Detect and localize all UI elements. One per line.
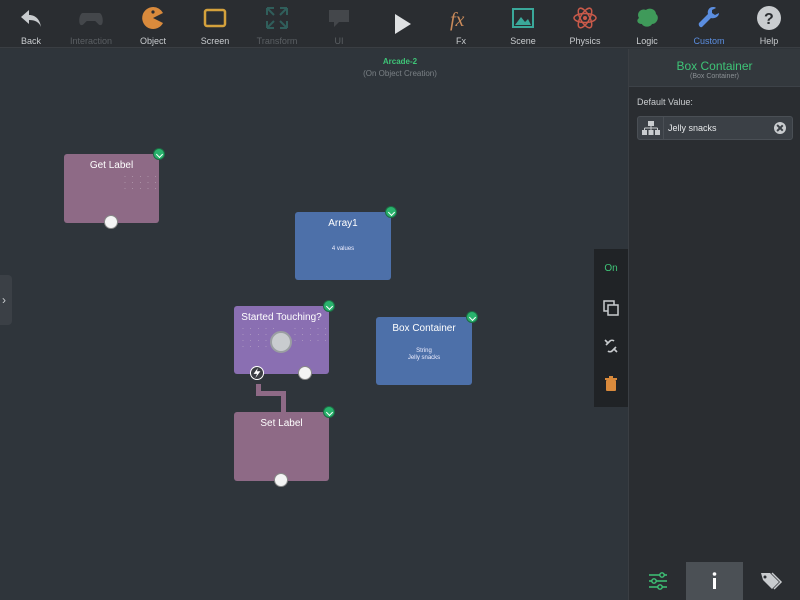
back-label: Back	[20, 36, 41, 46]
properties-panel: Box Container (Box Container) Default Va…	[628, 49, 800, 600]
download-badge-icon[interactable]	[323, 406, 335, 418]
transform-button[interactable]: Transform	[246, 0, 308, 48]
panel-subtitle: (Box Container)	[689, 73, 740, 80]
node-tools: On	[594, 249, 628, 407]
svg-text:fx: fx	[450, 9, 465, 31]
play-button[interactable]	[370, 0, 432, 48]
physics-label: Physics	[569, 36, 601, 46]
on-toggle[interactable]: On	[594, 263, 628, 274]
top-toolbar: Back Interaction Object Screen Transform…	[0, 0, 800, 48]
svg-text:?: ?	[764, 11, 774, 28]
canvas-title: Arcade-2	[382, 57, 418, 66]
help-icon: ?	[757, 6, 781, 30]
scene-label: Scene	[510, 36, 536, 46]
panel-tabs	[629, 562, 800, 600]
help-label: Help	[759, 36, 779, 46]
chevron-right-icon: ›	[2, 293, 6, 307]
node-body: 4 values	[331, 246, 355, 252]
node-box-container[interactable]: Box Container String Jelly snacks	[376, 311, 478, 385]
fx-icon: fx	[450, 9, 465, 31]
node-title: Box Container	[392, 323, 456, 334]
download-badge-icon[interactable]	[153, 148, 165, 160]
expand-arrows-icon	[266, 7, 288, 29]
node-array1[interactable]: Array1 4 values	[295, 206, 397, 280]
tags-icon	[761, 572, 783, 590]
custom-button[interactable]: Custom	[678, 0, 740, 48]
output-port[interactable]	[104, 215, 118, 229]
touch-button-icon[interactable]	[270, 331, 292, 353]
object-button[interactable]: Object	[122, 0, 184, 48]
default-value-label: Default Value:	[637, 97, 693, 107]
lightning-port-icon[interactable]	[250, 366, 264, 380]
node-title: Get Label	[89, 160, 134, 171]
default-value-field[interactable]	[637, 116, 793, 140]
node-dots: · · · · · · · · · · · · · · ·	[294, 326, 329, 344]
atom-icon	[573, 7, 597, 29]
fx-button[interactable]: fx Fx	[430, 0, 492, 48]
pacman-icon	[142, 6, 163, 29]
landscape-icon	[512, 8, 534, 28]
logic-button[interactable]: Logic	[616, 0, 678, 48]
back-arrow-icon	[21, 10, 41, 27]
duplicate-icon[interactable]	[602, 299, 620, 317]
info-icon	[712, 572, 717, 589]
node-set-label[interactable]: Set Label	[234, 406, 335, 487]
interaction-button[interactable]: Interaction	[60, 0, 122, 48]
wrench-icon	[698, 7, 719, 28]
trash-icon[interactable]	[602, 375, 620, 393]
node-title: Array1	[328, 218, 358, 229]
gamepad-icon	[79, 13, 103, 26]
logic-label: Logic	[636, 36, 658, 46]
object-label: Object	[139, 36, 166, 46]
canvas-subtitle: (On Object Creation)	[363, 69, 437, 78]
output-port[interactable]	[274, 473, 288, 487]
download-badge-icon[interactable]	[385, 206, 397, 218]
help-button[interactable]: ? Help	[738, 0, 800, 48]
screen-label: Screen	[200, 36, 230, 46]
scene-button[interactable]: Scene	[492, 0, 554, 48]
node-dots: · · · · · · · · · · · · · · ·	[124, 174, 159, 192]
panel-title: Box Container	[676, 59, 753, 73]
hierarchy-icon[interactable]	[638, 117, 664, 139]
expand-panel-handle[interactable]: ›	[0, 275, 12, 325]
screen-frame-icon	[203, 8, 227, 28]
tab-settings[interactable]	[629, 562, 686, 600]
custom-label: Custom	[693, 36, 725, 46]
physics-button[interactable]: Physics	[554, 0, 616, 48]
panel-header: Box Container (Box Container)	[629, 49, 800, 87]
node-title: Started Touching?	[241, 312, 322, 323]
sliders-icon	[649, 572, 667, 590]
download-badge-icon[interactable]	[466, 311, 478, 323]
tab-tags[interactable]	[743, 562, 800, 600]
connector-wire	[281, 391, 286, 413]
node-title: Set Label	[260, 418, 303, 429]
ui-label: UI	[334, 36, 344, 46]
play-icon	[395, 14, 411, 34]
unlink-icon[interactable]	[602, 337, 620, 355]
node-get-label[interactable]: Get Label · · · · · · · · · · · · · · ·	[64, 148, 165, 229]
brain-icon	[637, 8, 658, 27]
transform-label: Transform	[256, 36, 298, 46]
download-badge-icon[interactable]	[323, 300, 335, 312]
node-body-value: Jelly snacks	[407, 355, 441, 361]
fx-label: Fx	[456, 36, 466, 46]
back-button[interactable]: Back	[0, 0, 62, 48]
logic-canvas[interactable]: Arcade-2 (On Object Creation) › Get Labe…	[0, 49, 628, 600]
output-port[interactable]	[298, 366, 312, 380]
interaction-label: Interaction	[69, 36, 113, 46]
tab-info[interactable]	[686, 562, 743, 600]
speech-bubble-icon	[329, 10, 349, 27]
clear-icon[interactable]	[774, 122, 786, 134]
node-started-touching[interactable]: Started Touching? · · · · · · · · · · · · …	[234, 300, 335, 380]
default-value-input[interactable]	[668, 120, 768, 136]
screen-button[interactable]: Screen	[184, 0, 246, 48]
ui-button[interactable]: UI	[308, 0, 370, 48]
